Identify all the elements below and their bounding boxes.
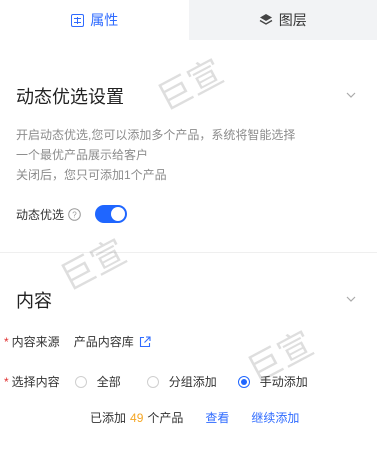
radio-button[interactable] <box>146 375 159 388</box>
radio-label: 分组添加 <box>168 375 217 389</box>
added-summary-row: 已添加 49 个产品 查看 继续添加 <box>90 409 299 426</box>
description-line: 关闭后，您只可添加1个产品 <box>16 168 167 182</box>
radio-option-all[interactable]: 全部 <box>74 373 121 390</box>
external-link-icon[interactable] <box>139 335 151 348</box>
dynamic-section-description: 开启动态优选,您可以添加多个产品，系统将智能选择 一个最优产品展示给客户 关闭后… <box>16 125 366 185</box>
dynamic-toggle-label: 动态优选 <box>16 208 65 222</box>
dynamic-section-title: 动态优选设置 <box>16 87 124 107</box>
added-suffix: 个产品 <box>147 411 184 425</box>
radio-button-checked[interactable] <box>237 375 250 388</box>
content-source-row: * 内容来源 产品内容库 <box>4 333 151 350</box>
radio-option-group[interactable]: 分组添加 <box>146 373 217 390</box>
tab-layers[interactable]: 图层 <box>188 0 377 40</box>
required-mark: * <box>4 334 9 349</box>
help-icon[interactable]: ? <box>68 208 81 221</box>
description-line: 一个最优产品展示给客户 <box>16 148 149 162</box>
content-source-label: 内容来源 <box>11 335 60 349</box>
added-prefix: 已添加 <box>90 411 127 425</box>
radio-button[interactable] <box>74 375 87 388</box>
dynamic-toggle-row: 动态优选 ? <box>16 206 81 223</box>
content-select-label: 选择内容 <box>11 375 60 389</box>
continue-add-link[interactable]: 继续添加 <box>251 409 299 426</box>
content-select-row: * 选择内容 全部 分组添加 手动添加 <box>4 373 308 390</box>
added-count: 49 <box>130 410 144 425</box>
radio-option-manual[interactable]: 手动添加 <box>237 373 308 390</box>
required-mark: * <box>4 374 9 389</box>
view-link[interactable]: 查看 <box>205 409 229 426</box>
content-source-value: 产品内容库 <box>73 335 134 349</box>
svg-text:?: ? <box>72 211 77 220</box>
watermark-text: 巨宣 <box>151 51 231 120</box>
tab-properties[interactable]: 属性 <box>0 0 189 40</box>
content-section-title: 内容 <box>16 291 52 311</box>
toggle-knob <box>111 207 125 221</box>
watermark-text: 巨宣 <box>54 231 134 300</box>
properties-icon <box>70 13 84 27</box>
dynamic-toggle-switch[interactable] <box>95 205 127 223</box>
radio-label: 全部 <box>96 375 121 389</box>
chevron-down-icon[interactable] <box>345 88 357 100</box>
tab-layers-label: 图层 <box>278 12 307 28</box>
radio-label: 手动添加 <box>259 375 308 389</box>
description-line: 开启动态优选,您可以添加多个产品，系统将智能选择 <box>16 128 296 142</box>
chevron-down-icon[interactable] <box>345 292 357 304</box>
section-divider <box>0 252 377 253</box>
layers-icon <box>259 13 273 27</box>
tab-properties-label: 属性 <box>90 12 119 28</box>
panel-tabs: 属性 图层 <box>0 0 377 40</box>
